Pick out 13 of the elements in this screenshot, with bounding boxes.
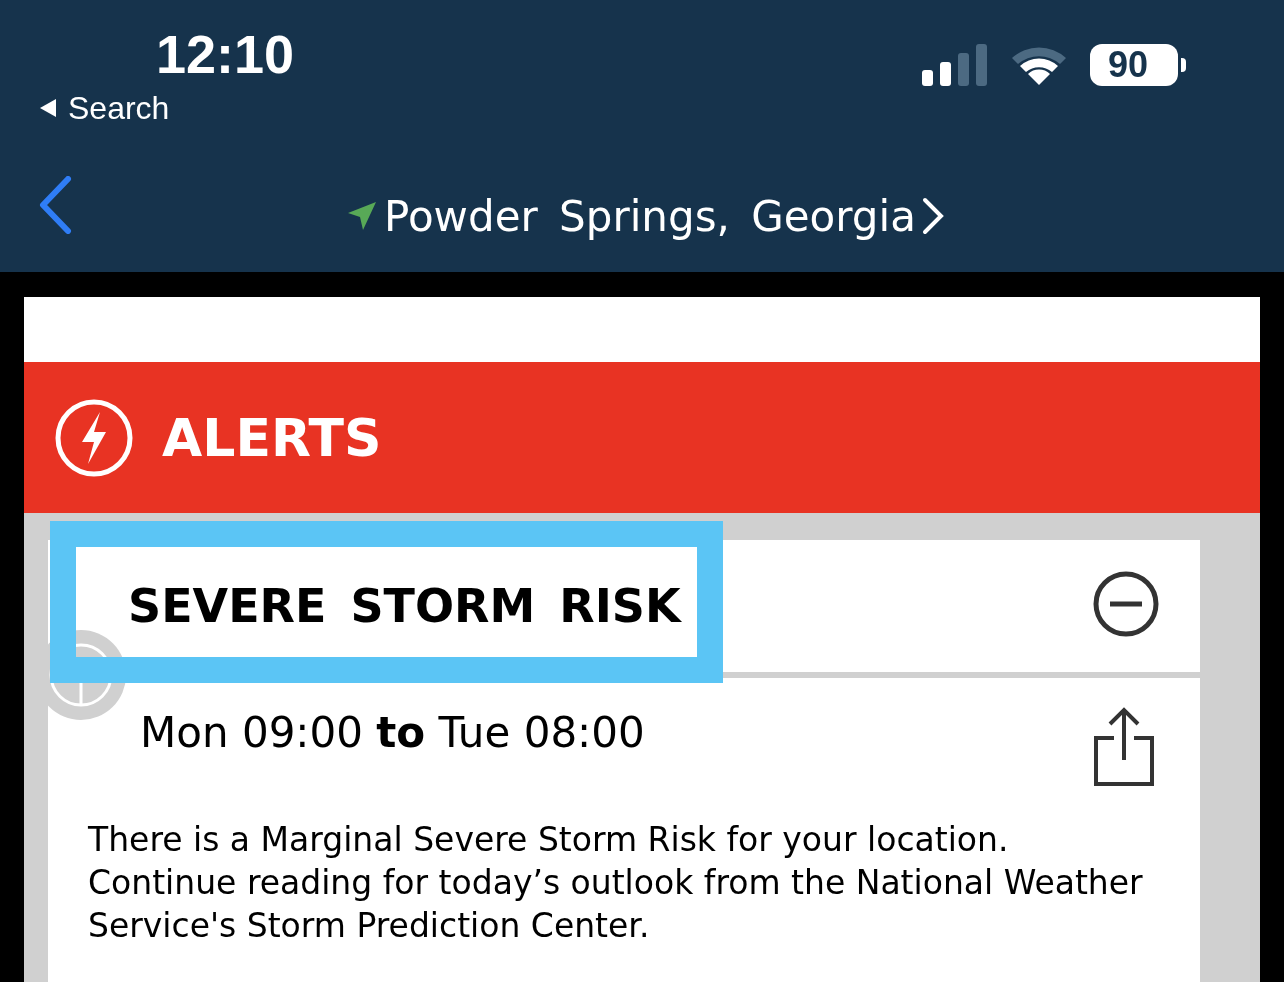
lightning-bolt-icon	[54, 397, 134, 478]
alert-period: Mon 09:00 to Tue 08:00	[140, 708, 645, 757]
location-selector[interactable]: Powder Springs, Georgia	[346, 191, 944, 241]
alert-title: SEVERE STORM RISK	[128, 579, 681, 633]
signal-icon	[922, 44, 988, 86]
back-to-app-link[interactable]: Search	[38, 88, 295, 128]
clock-time: 12:10	[156, 24, 295, 84]
location-arrow-icon	[346, 200, 379, 232]
chevron-right-icon	[921, 197, 944, 235]
alert-description: There is a Marginal Severe Storm Risk for your location. Continue reading for today’s outlook from the National Weather Service's Storm Prediction Center.	[88, 819, 1144, 947]
battery-indicator: 90	[1090, 44, 1186, 86]
back-triangle-icon	[38, 98, 58, 118]
alerts-title: ALERTS	[162, 407, 382, 468]
